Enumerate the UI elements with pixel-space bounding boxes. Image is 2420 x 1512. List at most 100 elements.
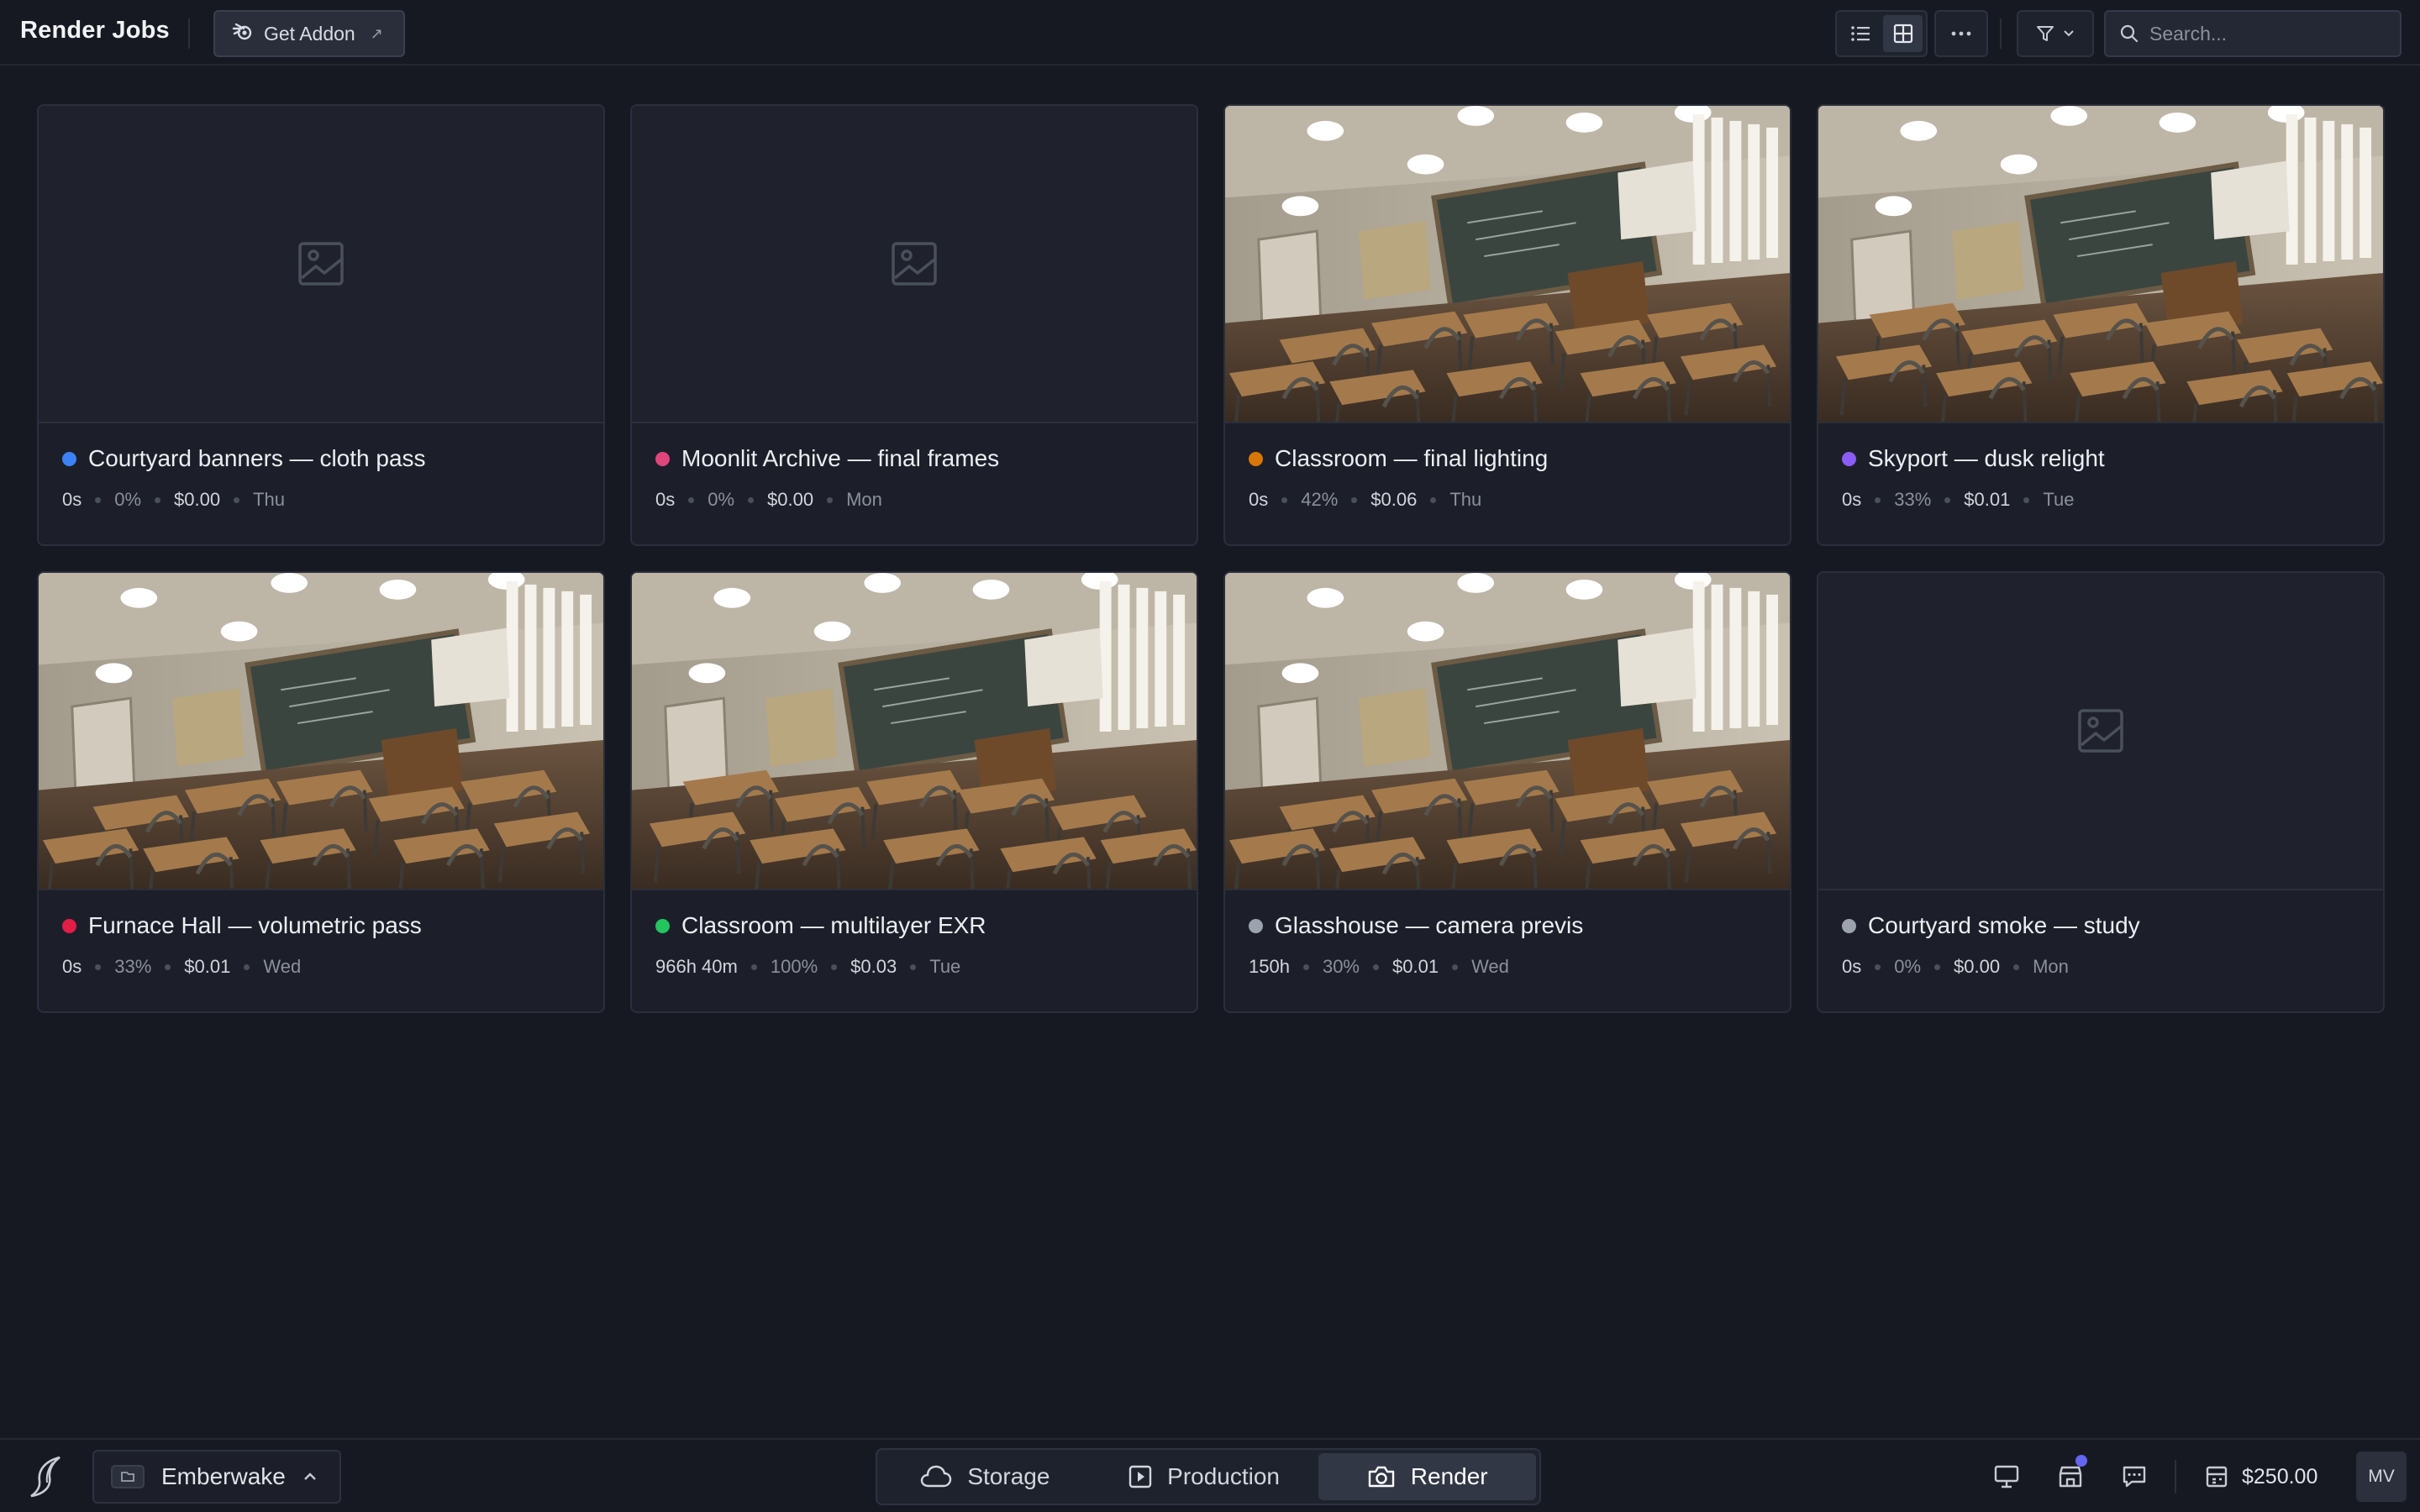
job-day: Mon [2033, 956, 2069, 977]
classroom-render-image [39, 573, 603, 889]
job-cost: $0.03 [850, 956, 897, 977]
job-duration: 0s [62, 956, 82, 977]
workspace-switcher[interactable]: Emberwake [92, 1450, 341, 1504]
bottom-bar: Emberwake Storage Production Render $250… [0, 1438, 2420, 1512]
balance-amount: $250.00 [2242, 1464, 2318, 1488]
divider [2000, 18, 2002, 49]
divider [2175, 1460, 2176, 1494]
more-options-button[interactable] [1934, 10, 1988, 57]
separator-dot [2023, 496, 2030, 503]
render-job-card-6[interactable]: Classroom — multilayer EXR 966h 40m 100%… [630, 571, 1198, 1013]
separator-dot [95, 963, 102, 970]
job-title: Courtyard banners — cloth pass [88, 445, 426, 471]
filter-button[interactable] [2017, 10, 2094, 57]
separator-dot [827, 496, 834, 503]
main-nav: Storage Production Render [876, 1448, 1541, 1505]
separator-dot [155, 496, 161, 503]
job-meta: 0s 0% $0.00 Thu [62, 489, 580, 511]
job-cost: $0.01 [1392, 956, 1439, 977]
monitor-button[interactable] [1986, 1457, 2027, 1497]
camera-icon [1368, 1466, 1394, 1488]
avatar[interactable]: MV [2356, 1452, 2407, 1502]
job-title: Moonlit Archive — final frames [681, 445, 1000, 471]
divider [188, 18, 190, 49]
list-icon [1850, 26, 1870, 41]
workspace-name: Emberwake [161, 1463, 286, 1489]
chevron-up-icon [303, 1473, 316, 1480]
render-job-card-2[interactable]: Moonlit Archive — final frames 0s 0% $0.… [630, 104, 1198, 546]
app-logo[interactable] [22, 1452, 71, 1502]
job-preview [1225, 573, 1790, 890]
get-addon-label: Get Addon [264, 22, 355, 45]
job-duration: 0s [1842, 956, 1862, 977]
grid-view-button[interactable] [1883, 15, 1923, 52]
separator-dot [95, 496, 102, 503]
store-button[interactable] [2050, 1455, 2091, 1497]
status-dot [1842, 918, 1856, 933]
wallet-icon [2206, 1466, 2228, 1488]
render-job-card-4[interactable]: Skyport — dusk relight 0s 33% $0.01 Tue [1817, 104, 2385, 546]
nav-render[interactable]: Render [1318, 1453, 1536, 1500]
job-day: Mon [846, 489, 882, 510]
avatar-initials: MV [2368, 1467, 2395, 1486]
job-progress: 30% [1322, 956, 1360, 977]
get-addon-button[interactable]: Get Addon ↗ [213, 10, 405, 57]
separator-dot [688, 496, 695, 503]
balance-display[interactable]: $250.00 [2205, 1457, 2317, 1497]
job-meta: 0s 42% $0.06 Thu [1249, 489, 1766, 511]
job-preview [1818, 573, 2383, 890]
render-job-card-5[interactable]: Furnace Hall — volumetric pass 0s 33% $0… [37, 571, 605, 1013]
job-cost: $0.01 [1964, 489, 2011, 510]
separator-dot [1430, 496, 1437, 503]
job-duration: 150h [1249, 956, 1290, 977]
separator-dot [1373, 963, 1379, 970]
separator-dot [750, 963, 757, 970]
search-field[interactable] [2104, 10, 2402, 57]
nav-storage[interactable]: Storage [881, 1453, 1090, 1500]
filter-icon [2037, 26, 2054, 41]
job-preview [1225, 106, 1790, 423]
separator-dot [748, 496, 755, 503]
job-duration: 0s [1842, 489, 1862, 510]
job-cost: $0.00 [174, 489, 221, 510]
nav-production[interactable]: Production [1097, 1453, 1313, 1500]
job-preview [39, 573, 603, 890]
render-job-card-1[interactable]: Courtyard banners — cloth pass 0s 0% $0.… [37, 104, 605, 546]
job-preview [1818, 106, 2383, 423]
chat-button[interactable] [2114, 1457, 2154, 1497]
classroom-render-image [1818, 106, 2383, 422]
separator-dot [831, 963, 838, 970]
grid-icon [1893, 24, 1912, 44]
job-title: Courtyard smoke — study [1868, 912, 2140, 938]
render-job-card-8[interactable]: Courtyard smoke — study 0s 0% $0.00 Mon [1817, 571, 2385, 1013]
job-title: Classroom — multilayer EXR [681, 912, 986, 938]
job-cost: $0.06 [1370, 489, 1418, 510]
job-progress: 33% [1894, 489, 1932, 510]
separator-dot [910, 963, 917, 970]
job-progress: 33% [114, 956, 152, 977]
job-duration: 0s [1249, 489, 1269, 510]
job-progress: 0% [1894, 956, 1922, 977]
list-view-button[interactable] [1840, 15, 1880, 52]
job-title: Skyport — dusk relight [1868, 445, 2105, 471]
job-cost: $0.00 [1954, 956, 2001, 977]
job-preview [632, 573, 1197, 890]
separator-dot [234, 496, 240, 503]
ellipsis-icon [1951, 31, 1971, 36]
job-preview [632, 106, 1197, 423]
image-placeholder-icon [892, 242, 937, 286]
job-meta: 150h 30% $0.01 Wed [1249, 956, 1766, 978]
play-square-icon [1128, 1465, 1152, 1488]
job-cost: $0.01 [184, 956, 231, 977]
render-job-grid: Courtyard banners — cloth pass 0s 0% $0.… [37, 104, 2385, 1013]
render-job-card-7[interactable]: Glasshouse — camera previs 150h 30% $0.0… [1223, 571, 1791, 1013]
job-day: Tue [929, 956, 961, 977]
render-job-card-3[interactable]: Classroom — final lighting 0s 42% $0.06 … [1223, 104, 1791, 546]
separator-dot [1875, 963, 1881, 970]
job-day: Tue [2043, 489, 2075, 510]
search-input[interactable] [2149, 22, 2385, 45]
separator-dot [1351, 496, 1358, 503]
image-placeholder-icon [2078, 709, 2123, 753]
nav-label: Storage [967, 1463, 1050, 1489]
folder-icon [111, 1465, 145, 1488]
